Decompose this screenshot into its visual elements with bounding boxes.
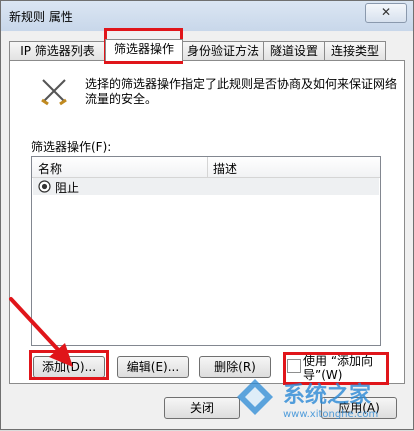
window-title: 新规则 属性 <box>9 10 73 24</box>
tab-connection-type[interactable]: 连接类型 <box>324 41 386 60</box>
close-window-button[interactable]: ✕ <box>365 3 407 23</box>
tab-filter-action[interactable]: 筛选器操作 <box>105 39 183 61</box>
filter-action-label: 筛选器操作(F): <box>31 140 112 154</box>
watermark-brand: 系统之家 <box>283 383 372 408</box>
column-description[interactable]: 描述 <box>213 160 237 177</box>
description-text: 选择的筛选器操作指定了此规则是否协商及如何来保证网络流量的安全。 <box>85 77 398 106</box>
list-item-name: 阻止 <box>55 181 80 195</box>
list-item[interactable]: 阻止 <box>33 178 379 195</box>
tab-tunnel-settings[interactable]: 隧道设置 <box>263 41 325 60</box>
watermark-url: www.xitonghe.com <box>283 409 379 420</box>
list-header: 名称 描述 <box>32 157 380 178</box>
filter-action-list[interactable]: 名称 描述 阻止 <box>31 156 381 346</box>
edit-button[interactable]: 编辑(E)... <box>117 356 189 378</box>
properties-window: 新规则 属性 ✕ IP 筛选器列表 筛选器操作 身份验证方法 隧道设置 连接类型… <box>0 0 414 430</box>
radio-dot-icon <box>38 180 51 193</box>
title-bar: 新规则 属性 ✕ <box>1 1 413 31</box>
watermark: 系统之家 www.xitonghe.com <box>231 373 414 431</box>
column-name[interactable]: 名称 <box>38 160 62 177</box>
filter-action-icon <box>41 79 67 106</box>
close-button[interactable]: 关闭 <box>164 397 240 419</box>
red-arrow-icon <box>9 297 73 367</box>
tab-ip-filter-list[interactable]: IP 筛选器列表 <box>9 41 106 60</box>
column-divider[interactable] <box>207 157 208 177</box>
watermark-logo-icon <box>237 379 273 415</box>
tab-auth-methods[interactable]: 身份验证方法 <box>182 41 264 60</box>
